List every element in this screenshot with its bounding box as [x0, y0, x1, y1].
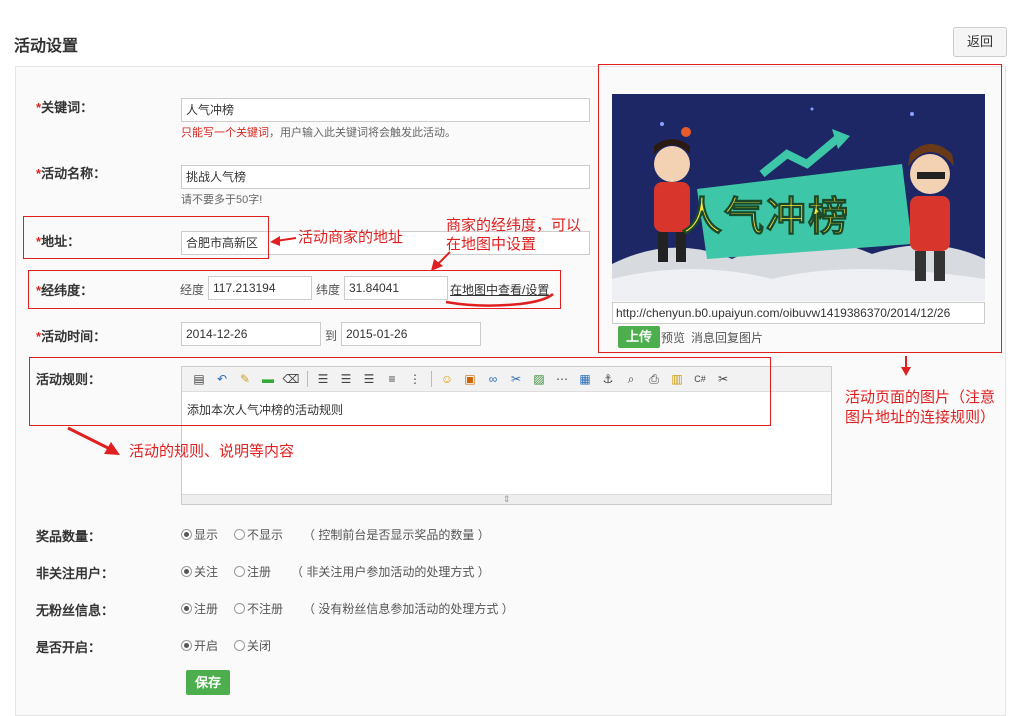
coords-annotation-line2: 在地图中设置: [446, 236, 537, 253]
rules-annotation: 活动的规则、说明等内容: [129, 443, 295, 460]
annotation-arrows: [67, 236, 911, 455]
image-annotation-line1: 活动页面的图片（注意: [845, 389, 996, 406]
image-annotation-line2: 图片地址的连接规则）: [845, 409, 996, 426]
coords-annotation-line1: 商家的经纬度，可以: [446, 217, 582, 234]
address-annotation: 活动商家的地址: [298, 229, 404, 246]
